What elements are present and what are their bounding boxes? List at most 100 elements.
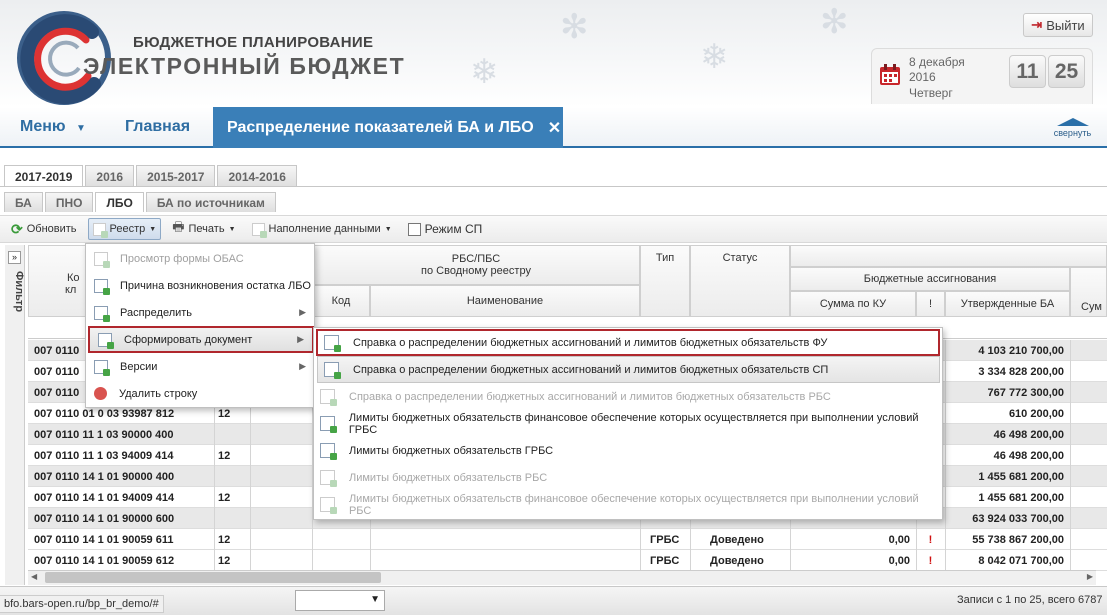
column-separator	[1070, 466, 1071, 487]
sp-mode-toggle[interactable]: Режим СП	[403, 218, 488, 240]
cell-flag: !	[928, 554, 933, 567]
tab-period-2014-2016[interactable]: 2014-2016	[217, 165, 297, 187]
date-year: 2016	[909, 70, 936, 84]
cell-code: 007 0110 11 1 03 94009 414	[34, 449, 174, 462]
filter-label: Фильтр	[13, 271, 25, 313]
col-header-code-1: Ко	[67, 272, 80, 284]
document-submenu-item[interactable]: Лимиты бюджетных обязательств финансовое…	[314, 410, 942, 437]
scroll-left-icon[interactable]: ◀	[31, 572, 37, 581]
document-submenu-item-label: Лимиты бюджетных обязательств ГРБС	[349, 444, 554, 457]
cell-approved-ba: 8 042 071 700,00	[978, 554, 1064, 567]
cell-approved-ba: 767 772 300,00	[987, 386, 1064, 399]
active-tab[interactable]: Распределение показателей БА и ЛБО ✕	[213, 107, 563, 148]
tab-period-2016[interactable]: 2016	[85, 165, 135, 187]
filter-panel[interactable]: » Фильтр	[5, 245, 25, 585]
submenu-arrow-icon: ▶	[297, 334, 304, 344]
sp-mode-checkbox[interactable]	[407, 222, 421, 236]
fill-data-button[interactable]: Наполнение данными ▼	[247, 218, 397, 240]
tab-type-ba-sources[interactable]: БА по источникам	[145, 192, 276, 212]
registry-menu-item-label: Распределить	[120, 306, 193, 319]
cell-approved-ba: 46 498 200,00	[993, 428, 1064, 441]
col-header-rbs-name[interactable]: Наименование	[370, 285, 640, 317]
document-icon	[324, 335, 341, 352]
registry-menu-item[interactable]: Сформировать документ ▶	[88, 326, 314, 353]
expand-icon[interactable]: »	[8, 251, 21, 264]
document-submenu: Справка о распределении бюджетных ассигн…	[313, 327, 943, 520]
column-separator	[250, 424, 251, 445]
registry-button[interactable]: Реестр ▼	[87, 218, 162, 240]
tab-type-ba[interactable]: БА	[4, 192, 43, 212]
col-header-flag[interactable]: !	[916, 291, 945, 317]
collapse-button[interactable]: свернуть	[1050, 118, 1095, 138]
column-separator	[370, 550, 371, 571]
registry-menu-item[interactable]: Распределить ▶	[86, 299, 314, 326]
cell-approved-ba: 610 200,00	[1008, 407, 1064, 420]
document-icon	[320, 389, 337, 406]
column-separator	[214, 445, 215, 466]
print-button[interactable]: 🖶 Печать ▼	[167, 218, 240, 240]
tab-type-lbo[interactable]: ЛБО	[95, 192, 144, 212]
cell-sum-ku: 0,00	[888, 554, 910, 567]
date-weekday: Четверг	[909, 86, 953, 100]
col-header-approved-ba[interactable]: Утвержденные БА	[945, 291, 1070, 317]
document-submenu-item[interactable]: Лимиты бюджетных обязательств ГРБС	[314, 437, 942, 464]
cell-code: 007 0110 14 1 01 90059 612	[34, 554, 175, 567]
registry-menu-item-label: Удалить строку	[119, 387, 198, 400]
column-separator	[312, 550, 313, 571]
column-separator	[250, 529, 251, 550]
toolbar: ⟳ Обновить Реестр ▼ 🖶 Печать ▼ Наполнени…	[0, 215, 1107, 243]
brand-line-1: БЮДЖЕТНОЕ ПЛАНИРОВАНИЕ	[133, 34, 374, 51]
cell-status: Доведено	[710, 533, 764, 546]
document-icon	[320, 416, 337, 433]
col-header-code[interactable]: Ко кл	[28, 245, 86, 317]
print-label: Печать	[188, 223, 225, 235]
registry-menu-item[interactable]: Версии ▶	[86, 353, 314, 380]
tab-period-2015-2017[interactable]: 2015-2017	[136, 165, 216, 187]
column-separator	[945, 487, 946, 508]
logout-icon: ⇥	[1031, 17, 1043, 32]
table-row[interactable]: 007 0110 14 1 01 90059 611 12 ГРБС Доведено…	[28, 529, 1107, 550]
type-tabs: БА ПНО ЛБО БА по источникам	[4, 192, 276, 212]
col-header-rbs[interactable]: РБС/ПБС по Сводному реестру	[312, 245, 640, 285]
scroll-right-icon[interactable]: ▶	[1087, 572, 1093, 581]
close-tab-icon[interactable]: ✕	[548, 118, 561, 138]
column-separator	[640, 550, 641, 571]
registry-menu-item[interactable]: Просмотр формы ОБАС	[86, 245, 314, 272]
document-submenu-item[interactable]: Лимиты бюджетных обязательств финансовое…	[314, 491, 942, 518]
column-separator	[690, 529, 691, 550]
cell-number: 12	[218, 533, 231, 546]
logout-button[interactable]: ⇥ Выйти	[1023, 13, 1093, 37]
document-submenu-item[interactable]: Лимиты бюджетных обязательств РБС	[314, 464, 942, 491]
table-row[interactable]: 007 0110 14 1 01 90059 612 12 ГРБС Доведено…	[28, 550, 1107, 571]
tab-period-2017-2019[interactable]: 2017-2019	[4, 165, 84, 187]
column-separator	[1070, 340, 1071, 361]
col-header-sum-cut[interactable]: Сум	[1070, 267, 1107, 317]
chevron-down-icon: ▼	[76, 123, 86, 134]
col-header-type[interactable]: Тип	[640, 245, 690, 317]
tab-type-pno[interactable]: ПНО	[44, 192, 94, 212]
home-link[interactable]: Главная	[125, 118, 190, 136]
col-header-status[interactable]: Статус	[690, 245, 790, 317]
scrollbar-thumb[interactable]	[45, 572, 381, 583]
document-submenu-item-label: Лимиты бюджетных обязательств финансовое…	[348, 492, 919, 517]
brand-line-2: ЭЛЕКТРОННЫЙ БЮДЖЕТ	[83, 53, 406, 79]
column-separator	[945, 361, 946, 382]
col-header-sum-ku[interactable]: Сумма по КУ	[790, 291, 916, 317]
column-separator	[312, 529, 313, 550]
document-submenu-item[interactable]: Справка о распределении бюджетных ассигн…	[317, 356, 940, 383]
registry-menu-item[interactable]: Удалить строку	[86, 380, 314, 407]
document-submenu-item[interactable]: Справка о распределении бюджетных ассигн…	[314, 383, 942, 410]
column-separator	[214, 529, 215, 550]
document-icon	[94, 359, 110, 376]
col-header-rbs-code[interactable]: Код	[312, 285, 370, 317]
registry-menu-item-label: Сформировать документ	[124, 333, 253, 346]
cell-approved-ba: 63 924 033 700,00	[972, 512, 1064, 525]
main-menu-button[interactable]: Меню ▼	[20, 118, 86, 136]
document-icon	[94, 305, 110, 322]
registry-menu-item[interactable]: Причина возникновения остатка ЛБО	[86, 272, 314, 299]
refresh-button[interactable]: ⟳ Обновить	[6, 218, 82, 240]
cell-code: 007 0110 14 1 01 94009 414	[34, 491, 175, 504]
document-submenu-item[interactable]: Справка о распределении бюджетных ассигн…	[316, 329, 940, 356]
submenu-arrow-icon: ▶	[299, 361, 306, 371]
page-size-select[interactable]: ▼	[295, 590, 385, 611]
